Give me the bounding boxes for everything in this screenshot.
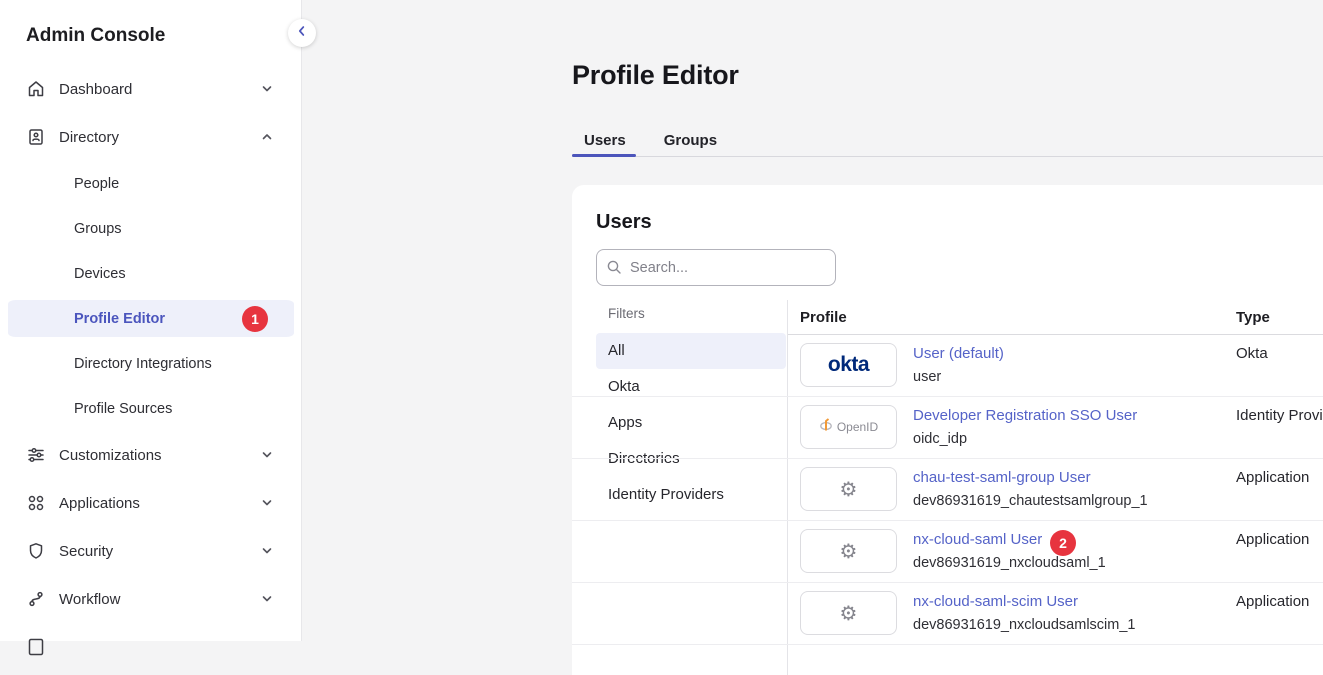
panel-title: Users [596, 211, 652, 234]
annotation-badge: 2 [1050, 530, 1076, 556]
sidebar-item-label: Workflow [59, 591, 120, 608]
table-row: OpenID Developer Registration SSO User oid… [572, 397, 1323, 459]
profile-type: Application [1236, 593, 1309, 610]
profile-type: Okta [1236, 345, 1268, 362]
column-header-type: Type [1236, 309, 1270, 326]
okta-logo-text: okta [828, 353, 869, 377]
tab-groups[interactable]: Groups [652, 127, 729, 155]
profile-subtitle: oidc_idp [913, 431, 967, 447]
profile-type: Application [1236, 469, 1309, 486]
profile-subtitle: dev86931619_nxcloudsamlscim_1 [913, 617, 1135, 633]
gear-icon: ⚙ [800, 529, 897, 573]
chevron-left-icon [295, 24, 309, 43]
sidebar-item-workflow[interactable]: Workflow [0, 575, 302, 623]
sidebar-item-directory[interactable]: Directory [0, 113, 302, 161]
sidebar-item-label: Security [59, 543, 113, 560]
search-box [596, 249, 836, 286]
chevron-down-icon [259, 447, 275, 463]
sidebar-collapse-button[interactable] [288, 19, 316, 47]
sidebar-item-label: Devices [74, 266, 126, 282]
sliders-icon [26, 445, 46, 465]
sidebar-item-label: Dashboard [59, 81, 132, 98]
chevron-down-icon [259, 591, 275, 607]
sidebar-item-label: Directory Integrations [74, 356, 212, 372]
users-panel: Users Filters AllOktaAppsDirectoriesIden… [572, 185, 1323, 675]
search-icon [606, 259, 623, 276]
gear-icon: ⚙ [800, 591, 897, 635]
active-tab-underline [572, 154, 636, 157]
tab-divider [572, 156, 1323, 157]
profile-table: okta User (default) user Okta OpenID Develope… [572, 335, 1323, 645]
table-row: ⚙ nx-cloud-saml-scim User dev86931619_nxcl… [572, 583, 1323, 645]
sidebar-item-profile-editor[interactable]: Profile Editor 1 [8, 296, 294, 341]
profile-link[interactable]: User (default) [913, 345, 1004, 362]
sidebar-item-label: Applications [59, 495, 140, 512]
gear-icon: ⚙ [800, 467, 897, 511]
sidebar-item-directory-integrations[interactable]: Directory Integrations [0, 341, 302, 386]
directory-icon [26, 127, 46, 147]
chevron-up-icon [259, 129, 275, 145]
sidebar-item-customizations[interactable]: Customizations [0, 431, 302, 479]
profile-subtitle: user [913, 369, 941, 385]
openid-logo: OpenID [819, 417, 878, 437]
sidebar-item-label: Directory [59, 129, 119, 146]
home-icon [26, 79, 46, 99]
profile-link[interactable]: nx-cloud-saml User [913, 531, 1042, 548]
sidebar-item-security[interactable]: Security [0, 527, 302, 575]
workflow-icon [26, 589, 46, 609]
chevron-down-icon [259, 81, 275, 97]
reports-icon [26, 637, 46, 657]
search-input[interactable] [596, 249, 836, 286]
profile-subtitle: dev86931619_chautestsamlgroup_1 [913, 493, 1148, 509]
apps-grid-icon [26, 493, 46, 513]
column-header-profile: Profile [800, 309, 847, 326]
filters-label: Filters [608, 306, 645, 321]
profile-type: Application [1236, 531, 1309, 548]
sidebar-nav: Dashboard Directory People Groups Devices Pro… [0, 65, 302, 671]
chevron-down-icon [259, 495, 275, 511]
annotation-badge: 1 [242, 306, 268, 332]
profile-type: Identity Provider [1236, 407, 1323, 424]
gear-icon: ⚙ [840, 541, 858, 561]
sidebar: Admin Console Dashboard Directory People Gr… [0, 0, 302, 641]
profile-link[interactable]: nx-cloud-saml-scim User [913, 593, 1078, 610]
sidebar-item-applications[interactable]: Applications [0, 479, 302, 527]
shield-icon [26, 541, 46, 561]
table-row: ⚙ nx-cloud-saml User dev86931619_nxcloudsa… [572, 521, 1323, 583]
sidebar-item-label: Profile Editor [74, 311, 165, 327]
openid-logo-text: OpenID [837, 420, 878, 434]
sidebar-item-people[interactable]: People [0, 161, 302, 206]
tab-bar: Users Groups [572, 127, 729, 155]
sidebar-item-profile-sources[interactable]: Profile Sources [0, 386, 302, 431]
sidebar-item-item[interactable] [0, 623, 302, 671]
sidebar-item-groups[interactable]: Groups [0, 206, 302, 251]
sidebar-item-label: Groups [74, 221, 122, 237]
sidebar-item-label: Profile Sources [74, 401, 172, 417]
table-row: ⚙ chau-test-saml-group User dev86931619_ch… [572, 459, 1323, 521]
page-title: Profile Editor [572, 60, 739, 91]
tab-users[interactable]: Users [572, 127, 638, 155]
sidebar-item-dashboard[interactable]: Dashboard [0, 65, 302, 113]
openid-mark-icon [819, 417, 833, 437]
gear-icon: ⚙ [840, 603, 858, 623]
sidebar-item-label: People [74, 176, 119, 192]
chevron-down-icon [259, 543, 275, 559]
profile-subtitle: dev86931619_nxcloudsaml_1 [913, 555, 1106, 571]
okta-logo: okta [800, 343, 897, 387]
sidebar-item-devices[interactable]: Devices [0, 251, 302, 296]
table-row: okta User (default) user Okta [572, 335, 1323, 397]
profile-link[interactable]: Developer Registration SSO User [913, 407, 1137, 424]
profile-link[interactable]: chau-test-saml-group User [913, 469, 1091, 486]
openid-logo: OpenID [800, 405, 897, 449]
sidebar-item-label: Customizations [59, 447, 162, 464]
app-title: Admin Console [26, 25, 165, 47]
gear-icon: ⚙ [840, 479, 858, 499]
